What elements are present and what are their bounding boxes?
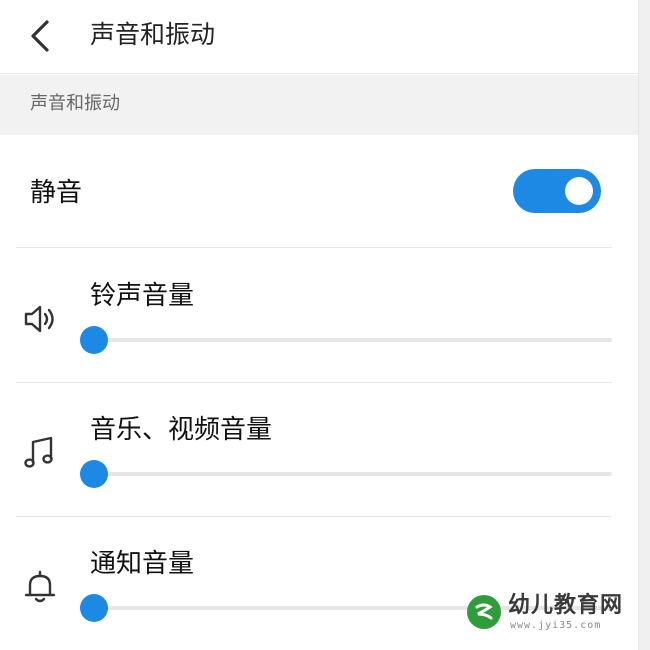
bell-icon (24, 570, 56, 603)
section-header: 声音和振动 (0, 75, 638, 135)
music-note-icon (24, 436, 53, 468)
ringtone-volume-label: 铃声音量 (90, 281, 195, 311)
notification-volume-label: 通知音量 (90, 549, 195, 579)
chevron-left-icon (31, 20, 49, 52)
toggle-knob (565, 177, 593, 205)
slider-thumb[interactable] (80, 460, 108, 488)
media-volume-label: 音乐、视频音量 (90, 415, 273, 445)
media-volume-slider[interactable] (80, 459, 612, 489)
watermark-url: www.jyi35.com (510, 620, 602, 631)
section-title: 声音和振动 (30, 93, 120, 114)
watermark-name: 幼儿教育网 (508, 593, 624, 618)
mute-row: 静音 (16, 136, 612, 248)
page-title: 声音和振动 (90, 20, 216, 49)
ringtone-volume-slider[interactable] (80, 325, 612, 355)
slider-thumb[interactable] (80, 326, 108, 354)
slider-thumb[interactable] (80, 594, 108, 622)
slider-track (90, 472, 612, 476)
slider-track (90, 338, 612, 342)
back-button[interactable] (18, 16, 62, 56)
speaker-icon (24, 305, 54, 333)
mute-label: 静音 (30, 178, 83, 208)
top-app-bar: 声音和振动 (0, 0, 638, 74)
watermark-logo-icon (467, 595, 501, 629)
media-volume-row: 音乐、视频音量 (16, 383, 612, 517)
watermark: 幼儿教育网 www.jyi35.com (466, 590, 646, 638)
ringtone-volume-row: 铃声音量 (16, 249, 612, 383)
mute-toggle[interactable] (513, 169, 601, 213)
right-edge-strip (638, 0, 650, 650)
